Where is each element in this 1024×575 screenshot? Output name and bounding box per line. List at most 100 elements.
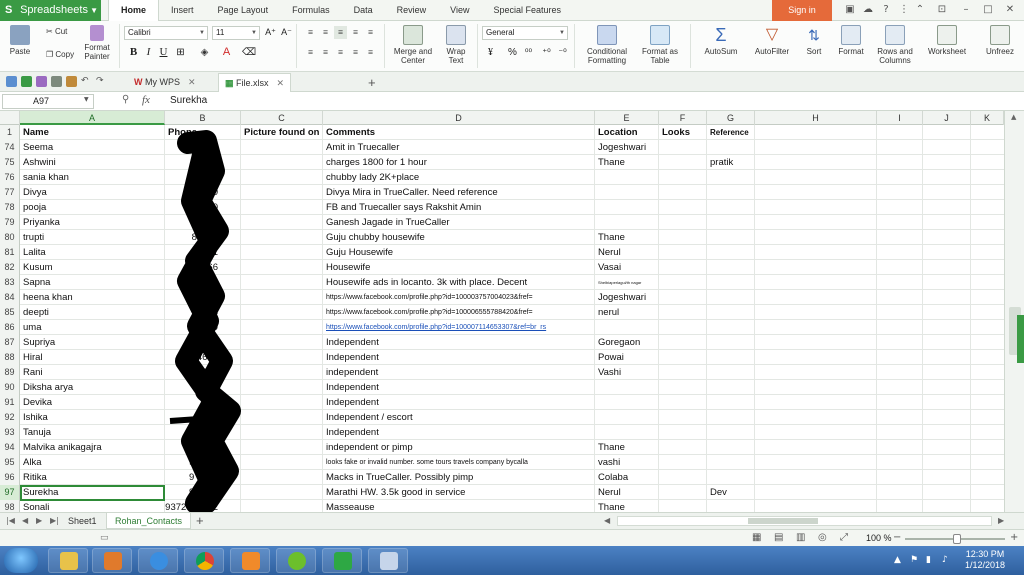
cell-reference[interactable] [707, 215, 755, 230]
cell-looks[interactable] [659, 320, 707, 335]
cell-comment[interactable]: https://www.facebook.com/profile.php?id=… [323, 305, 595, 320]
help-icon[interactable]: ? [880, 4, 892, 16]
empty-cell[interactable] [923, 470, 971, 485]
row-header[interactable]: 82 [0, 260, 20, 275]
cell-name[interactable]: Lalita [20, 245, 165, 260]
empty-cell[interactable] [923, 125, 971, 140]
cell-picture[interactable] [241, 350, 323, 365]
row-header[interactable]: 95 [0, 455, 20, 470]
cell-reference[interactable] [707, 305, 755, 320]
cell-looks[interactable] [659, 485, 707, 500]
empty-cell[interactable] [755, 380, 877, 395]
cell-comment[interactable]: charges 1800 for 1 hour [323, 155, 595, 170]
cell-looks[interactable] [659, 275, 707, 290]
cell-picture[interactable] [241, 275, 323, 290]
cell-name[interactable]: Malvika anikagajra [20, 440, 165, 455]
cell-location[interactable] [595, 185, 659, 200]
empty-cell[interactable] [923, 185, 971, 200]
cell-looks[interactable] [659, 365, 707, 380]
cell-phone[interactable]: 61420 [165, 185, 241, 200]
system-clock[interactable]: 12:30 PM 1/12/2018 [960, 549, 1010, 571]
cell-looks[interactable] [659, 170, 707, 185]
cell-reference[interactable] [707, 365, 755, 380]
cell-location[interactable]: Thane [595, 500, 659, 512]
tray-arrow-icon[interactable]: ▲ [894, 555, 904, 565]
empty-cell[interactable] [923, 140, 971, 155]
cell-phone[interactable]: 20090 [165, 200, 241, 215]
cell-phone[interactable]: 6 [165, 380, 241, 395]
zoom-level[interactable]: 100 % [866, 533, 892, 543]
cell-location[interactable]: Powai [595, 350, 659, 365]
cell-phone[interactable]: 87241 [165, 245, 241, 260]
empty-cell[interactable] [877, 440, 923, 455]
minimize-icon[interactable]: – [960, 4, 972, 16]
number-format-select[interactable]: General ▼ [482, 26, 568, 40]
row-header[interactable]: 94 [0, 440, 20, 455]
cell-reference[interactable] [707, 425, 755, 440]
cell-location[interactable]: Goregaon [595, 335, 659, 350]
cell-picture[interactable] [241, 500, 323, 512]
cell-phone[interactable]: 4651 [165, 350, 241, 365]
cell-phone[interactable]: 257 [165, 290, 241, 305]
empty-cell[interactable] [923, 485, 971, 500]
zoom-slider-handle[interactable] [953, 534, 961, 544]
row-header[interactable]: 83 [0, 275, 20, 290]
reading-view-icon[interactable]: ▥ [796, 532, 805, 543]
empty-cell[interactable] [923, 215, 971, 230]
vertical-scrollbar[interactable]: ▲ [1004, 111, 1024, 512]
cell-picture[interactable] [241, 155, 323, 170]
bold-button[interactable]: B [127, 46, 140, 59]
cell-name[interactable]: Priyanka [20, 215, 165, 230]
autosum-button[interactable]: Σ AutoSum [696, 25, 746, 56]
row-header[interactable]: 96 [0, 470, 20, 485]
empty-cell[interactable] [877, 200, 923, 215]
cell-looks[interactable] [659, 440, 707, 455]
cell-looks[interactable] [659, 230, 707, 245]
wrap-text-button[interactable]: Wrap Text [440, 25, 472, 65]
menu-view[interactable]: View [438, 0, 481, 21]
empty-cell[interactable] [755, 260, 877, 275]
cell-name[interactable]: Rani [20, 365, 165, 380]
header-name[interactable]: Name [20, 125, 165, 140]
empty-cell[interactable] [877, 335, 923, 350]
cell-comment[interactable]: Housewife ads in locanto. 3k with place.… [323, 275, 595, 290]
cell-picture[interactable] [241, 470, 323, 485]
taskbar-explorer[interactable] [48, 548, 88, 573]
menu-home[interactable]: Home [108, 0, 160, 22]
cell-name[interactable]: Divya [20, 185, 165, 200]
cell-comment[interactable]: Marathi HW. 3.5k good in service [323, 485, 595, 500]
empty-cell[interactable] [755, 365, 877, 380]
app-menu-button[interactable]: S Spreadsheets ▼ [0, 0, 101, 21]
cell-phone[interactable]: 479 [165, 320, 241, 335]
cell-phone[interactable]: 86664 [165, 230, 241, 245]
cell-reference[interactable] [707, 200, 755, 215]
scroll-left-icon[interactable]: ◀ [604, 516, 610, 525]
cell-location[interactable]: Colaba [595, 470, 659, 485]
unfreeze-button[interactable]: Unfreez [980, 25, 1020, 56]
empty-cell[interactable] [755, 245, 877, 260]
empty-cell[interactable] [755, 290, 877, 305]
cell-comment[interactable]: https://www.facebook.com/profile.php?id=… [323, 290, 595, 305]
cell-phone[interactable]: 258 [165, 305, 241, 320]
empty-cell[interactable] [877, 425, 923, 440]
empty-cell[interactable] [877, 125, 923, 140]
cell-reference[interactable] [707, 350, 755, 365]
cell-picture[interactable] [241, 215, 323, 230]
horizontal-scroll-thumb[interactable] [748, 518, 818, 524]
row-header[interactable]: 89 [0, 365, 20, 380]
cell-reference[interactable] [707, 275, 755, 290]
cell-comment[interactable]: Independent [323, 350, 595, 365]
sign-in-button[interactable]: Sign in [772, 0, 832, 21]
row-header[interactable]: 75 [0, 155, 20, 170]
row-header[interactable]: 74 [0, 140, 20, 155]
rows-and-columns-button[interactable]: Rows and Columns [872, 25, 918, 65]
start-button[interactable] [4, 548, 38, 573]
font-size-select[interactable]: 11 ▼ [212, 26, 260, 40]
empty-cell[interactable] [755, 440, 877, 455]
align-top-icon[interactable]: ≡ [304, 26, 317, 39]
empty-cell[interactable] [923, 335, 971, 350]
row-header[interactable]: 93 [0, 425, 20, 440]
empty-cell[interactable] [877, 470, 923, 485]
cell-picture[interactable] [241, 260, 323, 275]
prev-sheet-icon[interactable]: ◀ [22, 516, 28, 525]
